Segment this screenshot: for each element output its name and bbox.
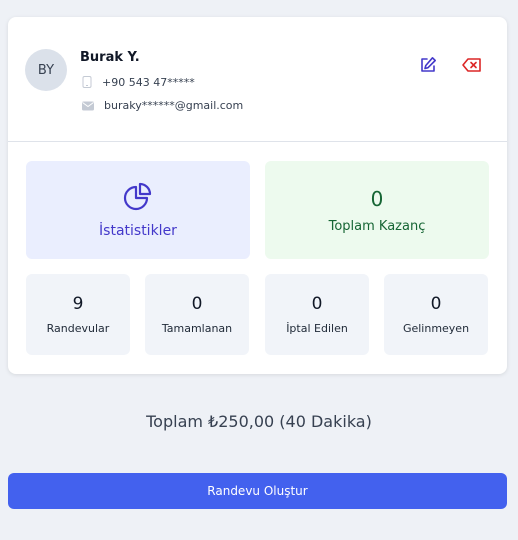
statistics-label: İstatistikler [99,223,177,239]
avatar: BY [25,49,67,91]
no-show-count-tile: 0 Gelinmeyen [384,274,488,355]
delete-button[interactable] [461,55,483,75]
completed-count-tile: 0 Tamamlanan [145,274,249,355]
customer-card: BY Burak Y. +90 543 47***** buraky******… [8,17,507,374]
email-row: buraky******@gmail.com [82,96,243,115]
appointments-count: 9 [72,294,84,314]
pie-chart-icon [123,181,153,215]
earnings-tile: 0 Toplam Kazanç [265,161,489,259]
earnings-label: Toplam Kazanç [328,218,426,234]
mail-icon [82,96,94,115]
phone-icon [82,73,92,92]
customer-name: Burak Y. [80,50,140,65]
appointments-label: Randevular [46,322,110,335]
total-summary: Toplam ₺250,00 (40 Dakika) [146,412,372,431]
backspace-x-icon [461,58,483,79]
completed-label: Tamamlanan [161,322,233,335]
earnings-value: 0 [370,186,384,211]
cancelled-count: 0 [311,294,323,314]
appointments-count-tile: 9 Randevular [26,274,130,355]
cancelled-label: İptal Edilen [286,322,348,335]
email-address: buraky******@gmail.com [104,99,244,112]
edit-button[interactable] [418,55,438,75]
phone-row: +90 543 47***** [82,73,195,92]
completed-count: 0 [191,294,203,314]
no-show-label: Gelinmeyen [402,322,470,335]
cancelled-count-tile: 0 İptal Edilen [265,274,369,355]
phone-number: +90 543 47***** [102,76,195,89]
create-appointment-button[interactable]: Randevu Oluştur [8,473,507,509]
statistics-tile[interactable]: İstatistikler [26,161,250,259]
no-show-count: 0 [430,294,442,314]
customer-header: BY Burak Y. +90 543 47***** buraky******… [8,17,507,142]
pencil-icon [418,57,438,79]
